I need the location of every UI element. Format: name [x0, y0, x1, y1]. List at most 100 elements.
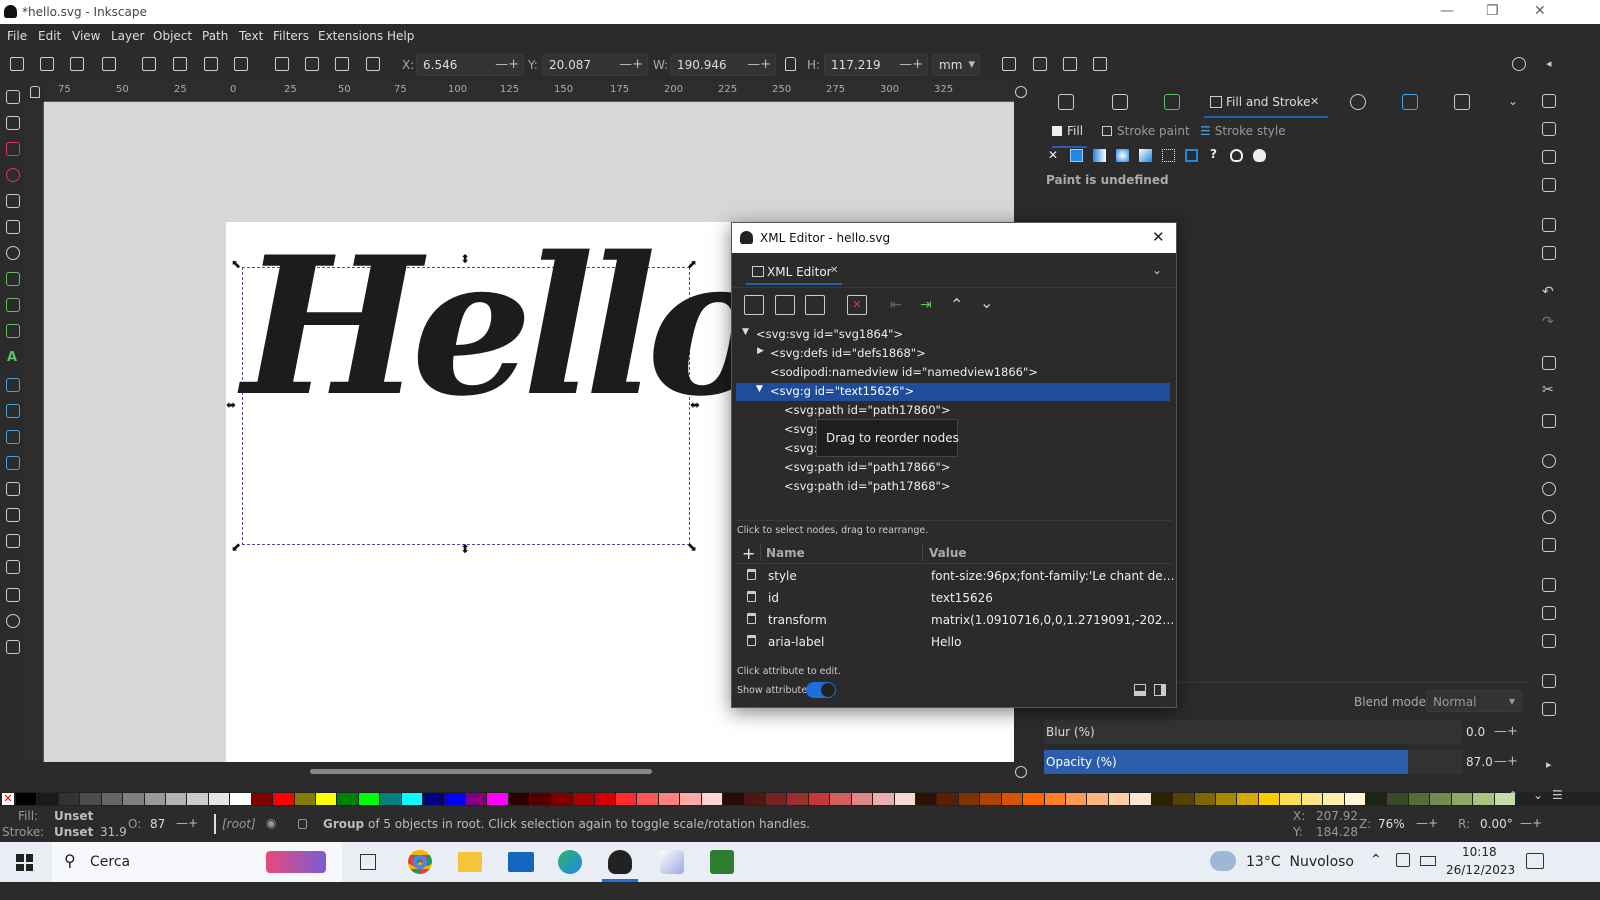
x-stepper[interactable]: —+ [495, 57, 519, 72]
palette-swatch[interactable] [337, 793, 358, 805]
palette-swatch[interactable] [701, 793, 723, 805]
y-stepper[interactable]: —+ [619, 57, 643, 72]
paint-none-button[interactable]: ✕ [1048, 148, 1058, 162]
palette-swatch[interactable] [1023, 793, 1044, 805]
tree-row-selected[interactable]: ▼ <svg:g id="text15626"> [736, 383, 1170, 401]
palette-swatch[interactable] [1301, 793, 1323, 805]
tweak-tool-icon[interactable] [6, 482, 20, 496]
task-view-icon[interactable] [360, 854, 376, 870]
app-icon[interactable] [710, 850, 734, 874]
close-button[interactable]: ✕ [1152, 228, 1165, 246]
chevron-down-icon[interactable]: ⌄ [1152, 263, 1162, 277]
palette-swatch[interactable] [1430, 793, 1451, 805]
deselect-icon[interactable] [70, 57, 84, 71]
swatch-icon[interactable] [1185, 149, 1198, 162]
menu-object[interactable]: Object [153, 29, 192, 43]
x-input[interactable]: 6.546 —+ [416, 54, 524, 76]
fill-value[interactable]: Unset [54, 809, 93, 823]
linear-gradient-icon[interactable] [1093, 149, 1106, 162]
attribute-value[interactable]: matrix(1.0910716,0,0,1.2719091,-202.5411… [931, 613, 1176, 627]
palette-swatch[interactable] [1173, 793, 1194, 805]
paint-bucket-tool-icon[interactable] [6, 456, 20, 470]
move-gradients-icon[interactable] [1063, 57, 1077, 71]
palette-swatch[interactable] [851, 793, 873, 805]
duplicate-icon[interactable] [1542, 578, 1556, 592]
lower-to-bottom-icon[interactable] [366, 57, 380, 71]
palette-swatch[interactable] [401, 793, 423, 805]
tree-row[interactable]: <svg:path id="path17868"> [736, 478, 1170, 496]
text-font-tab-icon[interactable] [1454, 94, 1470, 110]
attribute-value[interactable]: font-size:96px;font-family:'Le chant des… [931, 569, 1176, 583]
gradient-tool-icon[interactable] [6, 378, 20, 392]
rectangle-tool-icon[interactable] [6, 142, 20, 156]
inkscape-taskbar-icon[interactable] [608, 850, 632, 874]
palette-swatch[interactable] [16, 793, 37, 805]
expander-open-icon[interactable]: ▼ [756, 384, 763, 394]
h-input[interactable]: 117.219 —+ [824, 54, 928, 76]
palette-swatch[interactable] [294, 793, 315, 805]
menu-text[interactable]: Text [239, 29, 263, 43]
paste-icon[interactable] [1542, 414, 1556, 428]
new-element-node-icon[interactable] [744, 295, 764, 315]
palette-scroll-up-icon[interactable]: ⌃ [1508, 789, 1518, 803]
blur-value[interactable]: 0.0 [1466, 725, 1485, 739]
layout-vertical-icon[interactable] [1154, 684, 1166, 696]
palette-swatch[interactable] [723, 793, 744, 805]
mesh-gradient-icon[interactable] [1139, 149, 1152, 162]
mesh-tool-icon[interactable] [6, 404, 20, 418]
transform-tab-icon[interactable] [1350, 94, 1366, 110]
current-layer[interactable]: [root] [222, 817, 256, 831]
palette-swatch[interactable] [1237, 793, 1258, 805]
palette-swatch[interactable] [744, 793, 765, 805]
move-patterns-icon[interactable] [1093, 57, 1107, 71]
add-attribute-icon[interactable]: + [742, 544, 755, 563]
blur-stepper[interactable]: —+ [1494, 724, 1518, 739]
tab-fill-and-stroke[interactable]: Fill and Stroke ✕ [1204, 88, 1328, 118]
palette-swatch[interactable] [958, 793, 980, 805]
zoom-corner-icon[interactable] [1015, 86, 1027, 98]
palette-swatch[interactable] [358, 793, 380, 805]
palette-swatch[interactable] [423, 793, 444, 805]
scale-handle-n[interactable]: ⬍ [460, 252, 470, 266]
rotate-ccw-icon[interactable] [142, 57, 156, 71]
attribute-row[interactable]: aria-label Hello [736, 631, 1172, 653]
palette-swatch[interactable] [316, 793, 337, 805]
tree-row[interactable]: <sodipodi:namedview id="namedview1866"> [736, 364, 1170, 382]
xml-editor-titlebar[interactable]: XML Editor - hello.svg ✕ [732, 223, 1176, 253]
weather-text[interactable]: 13°C Nuvoloso [1246, 854, 1354, 870]
file-explorer-icon[interactable] [458, 852, 482, 872]
palette-swatch[interactable] [787, 793, 808, 805]
palette-swatch[interactable] [166, 793, 187, 805]
expand-commands-icon[interactable]: ▸ [1546, 758, 1552, 771]
snap-controls-tab-icon[interactable] [1112, 94, 1128, 110]
palette-swatch[interactable] [830, 793, 851, 805]
tree-row[interactable]: <svg:path id="path17866"> [736, 459, 1170, 477]
menu-edit[interactable]: Edit [38, 29, 61, 43]
palette-swatch[interactable] [658, 793, 680, 805]
attribute-row[interactable]: id text15626 [736, 587, 1172, 609]
text-tool-icon[interactable]: A [7, 350, 17, 365]
minimize-button[interactable]: — [1440, 3, 1454, 19]
palette-swatch[interactable] [1044, 793, 1065, 805]
palette-swatch[interactable] [1130, 793, 1151, 805]
calligraphy-tool-icon[interactable] [6, 324, 20, 338]
rotation-stepper[interactable]: —+ [1520, 816, 1542, 830]
edge-icon[interactable] [558, 850, 582, 874]
xml-editor-tab[interactable]: XML Editor ✕ [746, 259, 842, 285]
mail-icon[interactable] [508, 852, 534, 872]
blur-slider[interactable]: Blur (%) [1044, 720, 1462, 744]
scale-handle-s[interactable]: ⬍ [460, 542, 470, 556]
palette-swatch[interactable] [251, 793, 273, 805]
delete-attribute-icon[interactable] [747, 635, 756, 646]
layout-horizontal-icon[interactable] [1134, 684, 1146, 696]
blend-mode-select[interactable]: Normal ▾ [1426, 690, 1522, 712]
scale-handle-se[interactable]: ⬊ [687, 540, 697, 554]
clone-icon[interactable] [1542, 606, 1556, 620]
import-icon[interactable] [1542, 218, 1556, 232]
hello-lettering[interactable]: Hello [242, 232, 773, 422]
palette-swatch[interactable] [916, 793, 937, 805]
attribute-value[interactable]: Hello [931, 635, 1176, 649]
palette-swatch[interactable] [380, 793, 401, 805]
palette-swatch[interactable] [766, 793, 787, 805]
nonzero-fill-icon[interactable] [1253, 149, 1266, 162]
